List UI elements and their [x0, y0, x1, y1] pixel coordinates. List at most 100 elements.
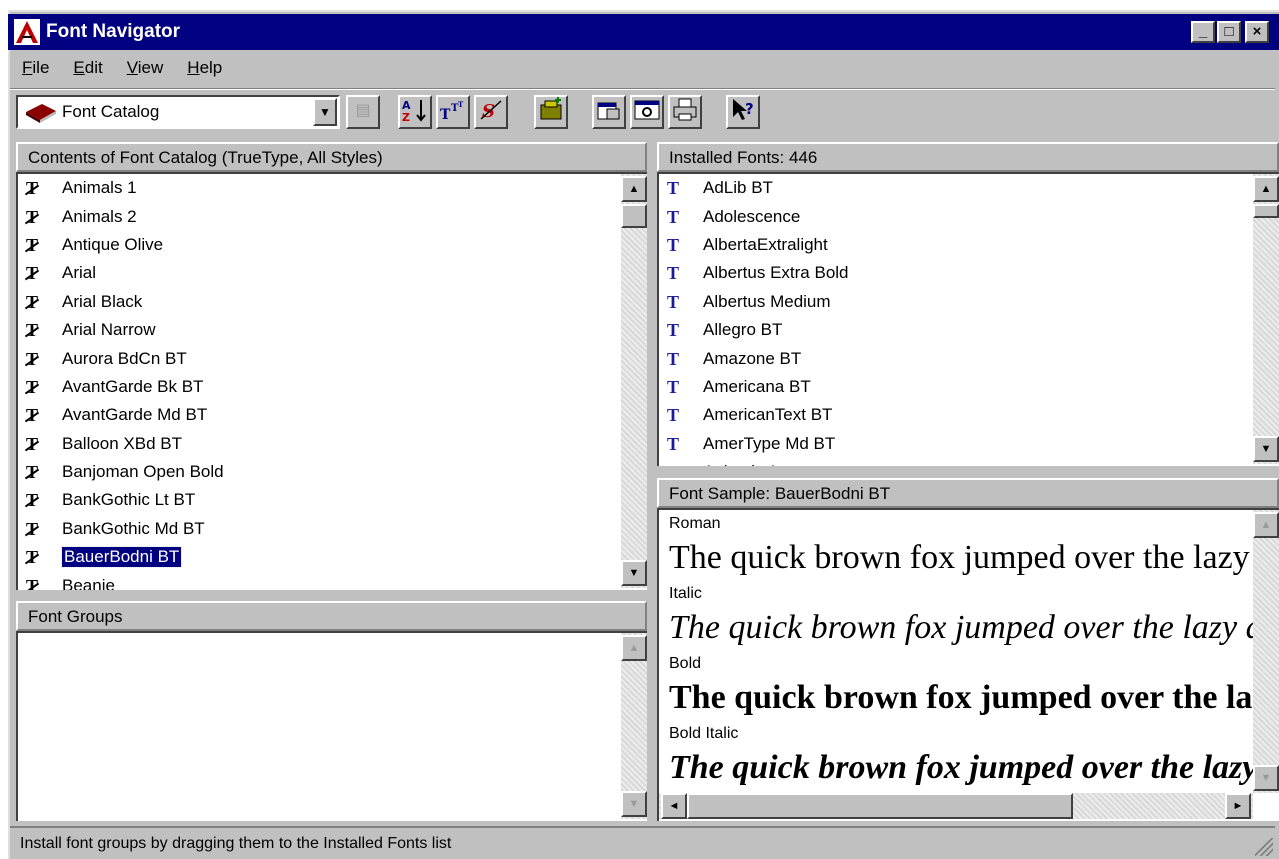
scroll-down-icon[interactable]: ▼ [1253, 765, 1279, 791]
hscroll-thumb[interactable] [687, 793, 1073, 819]
installed-item-label: AlbertaExtralight [703, 234, 828, 254]
installed-item-label: Amazone BT [703, 348, 802, 368]
scroll-down-icon[interactable]: ▼ [621, 791, 647, 817]
installed-fonts-list[interactable]: T AdLib BT T Adolescence T AlbertaExtralight T… [657, 172, 1279, 466]
catalog-item[interactable]: T Beanie [18, 571, 647, 590]
installed-item[interactable]: T Americana BT [659, 373, 1279, 401]
catalog-select[interactable]: Font Catalog ▼ [16, 95, 340, 129]
toolbar-divider [10, 88, 1275, 90]
installed-item-label: AdLib BT [703, 178, 773, 198]
truetype-font-icon: T [22, 206, 50, 228]
minimize-button[interactable]: _ [1191, 21, 1215, 43]
installed-scrollbar[interactable]: ▲ ▼ [1253, 174, 1279, 464]
installed-item[interactable]: T Amazone BT [659, 344, 1279, 372]
help-pointer-icon[interactable]: ? [726, 95, 760, 129]
installed-item[interactable]: T Albertus Extra Bold [659, 259, 1279, 287]
truetype-font-icon: T [667, 178, 680, 199]
catalog-scrollbar[interactable]: ▲ ▼ [621, 174, 647, 588]
catalog-item[interactable]: T Animals 1 [18, 174, 647, 202]
disabled-folder-icon[interactable]: ▤ [346, 95, 380, 129]
catalog-item[interactable]: T Arial Black [18, 288, 647, 316]
sample-hscrollbar[interactable]: ◄ ► [659, 793, 1253, 819]
installed-item-label: Albertus Medium [703, 291, 831, 311]
truetype-font-icon: T [22, 489, 50, 511]
print-icon[interactable] [668, 95, 702, 129]
catalog-item[interactable]: T Animals 2 [18, 202, 647, 230]
truetype-font-icon: T [22, 546, 50, 568]
catalog-item[interactable]: T BankGothic Lt BT [18, 486, 647, 514]
installed-item[interactable]: T Animals 1 [659, 458, 1279, 466]
catalog-item[interactable]: T Arial [18, 259, 647, 287]
menu-edit[interactable]: Edit [69, 56, 106, 84]
resize-grip-icon[interactable] [1255, 838, 1273, 856]
scroll-up-icon[interactable]: ▲ [621, 176, 647, 202]
installed-item[interactable]: T Allegro BT [659, 316, 1279, 344]
scroll-down-icon[interactable]: ▼ [1253, 436, 1279, 462]
catalog-item[interactable]: T Banjoman Open Bold [18, 458, 647, 486]
truetype-font-icon: T [667, 291, 680, 312]
groups-scrollbar[interactable]: ▲ ▼ [621, 633, 647, 819]
scroll-down-icon[interactable]: ▼ [621, 560, 647, 586]
font-style-icon[interactable]: S [474, 95, 508, 129]
sample-panel-header: Font Sample: BauerBodni BT [657, 478, 1279, 508]
installed-item[interactable]: T Albertus Medium [659, 288, 1279, 316]
menu-help[interactable]: Help [183, 56, 226, 84]
catalog-item[interactable]: T AvantGarde Md BT [18, 401, 647, 429]
svg-text:Z: Z [402, 111, 410, 123]
truetype-font-icon: T [667, 206, 680, 227]
catalog-item[interactable]: T Antique Olive [18, 231, 647, 259]
installed-item-label: Albertus Extra Bold [703, 263, 849, 283]
catalog-list[interactable]: T Animals 1 T Animals 2 T Antique Olive T Arial… [16, 172, 647, 590]
sample-label-bold-italic: Bold Italic [669, 725, 739, 742]
properties-icon[interactable] [592, 95, 626, 129]
maximize-button[interactable]: □ [1217, 21, 1241, 43]
sample-text-italic: The quick brown fox jumped over the lazy… [669, 609, 1279, 646]
truetype-font-icon: T [22, 291, 50, 313]
truetype-font-icon: T [667, 405, 680, 426]
preview-icon[interactable] [630, 95, 664, 129]
svg-text:T: T [440, 107, 451, 123]
scroll-right-icon[interactable]: ► [1225, 793, 1251, 819]
catalog-item-label: Animals 1 [62, 178, 137, 198]
scroll-up-icon[interactable]: ▲ [621, 635, 647, 661]
scroll-up-icon[interactable]: ▲ [1253, 512, 1279, 538]
catalog-item[interactable]: T Aurora BdCn BT [18, 344, 647, 372]
sample-label-bold: Bold [669, 655, 702, 672]
scroll-thumb[interactable] [1253, 204, 1279, 218]
close-button[interactable]: × [1245, 21, 1269, 43]
add-group-icon[interactable] [534, 95, 568, 129]
scroll-thumb[interactable] [621, 204, 647, 228]
catalog-item[interactable]: T Arial Narrow [18, 316, 647, 344]
installed-item[interactable]: T Adolescence [659, 202, 1279, 230]
sort-az-icon[interactable]: AZ [398, 95, 432, 129]
truetype-font-icon: T [667, 376, 680, 397]
installed-item[interactable]: T AdLib BT [659, 174, 1279, 202]
catalog-item[interactable]: T Balloon XBd BT [18, 430, 647, 458]
truetype-font-icon: T [667, 234, 680, 255]
catalog-item-label: Antique Olive [62, 234, 164, 254]
installed-item[interactable]: T AmerType Md BT [659, 430, 1279, 458]
status-bar: Install font groups by dragging them to … [10, 826, 1275, 858]
sample-panel-title: Font Sample: BauerBodni BT [669, 484, 891, 503]
catalog-item[interactable]: T AvantGarde Bk BT [18, 373, 647, 401]
scroll-left-icon[interactable]: ◄ [661, 793, 687, 819]
installed-item-label: Allegro BT [703, 320, 783, 340]
title-bar[interactable]: Font Navigator _ □ × [8, 14, 1279, 50]
installed-item[interactable]: T AlbertaExtralight [659, 231, 1279, 259]
menu-file[interactable]: File [18, 56, 53, 84]
font-groups-list[interactable]: ▲ ▼ [16, 631, 647, 821]
sample-vscrollbar[interactable]: ▲ ▼ [1253, 510, 1279, 793]
truetype-font-icon: T [667, 263, 680, 284]
installed-item[interactable]: T AmericanText BT [659, 401, 1279, 429]
menu-view[interactable]: View [123, 56, 168, 84]
truetype-font-icon: T [22, 404, 50, 426]
dropdown-arrow-icon[interactable]: ▼ [313, 98, 337, 126]
sample-label-roman: Roman [669, 515, 721, 532]
font-size-icon[interactable]: TTT [436, 95, 470, 129]
catalog-item[interactable]: T BankGothic Md BT [18, 515, 647, 543]
catalog-item[interactable]: T BauerBodni BT [18, 543, 647, 571]
scroll-up-icon[interactable]: ▲ [1253, 176, 1279, 202]
catalog-item-label: Banjoman Open Bold [62, 462, 224, 482]
truetype-font-icon: T [22, 575, 50, 590]
font-navigator-app-icon [14, 19, 40, 45]
